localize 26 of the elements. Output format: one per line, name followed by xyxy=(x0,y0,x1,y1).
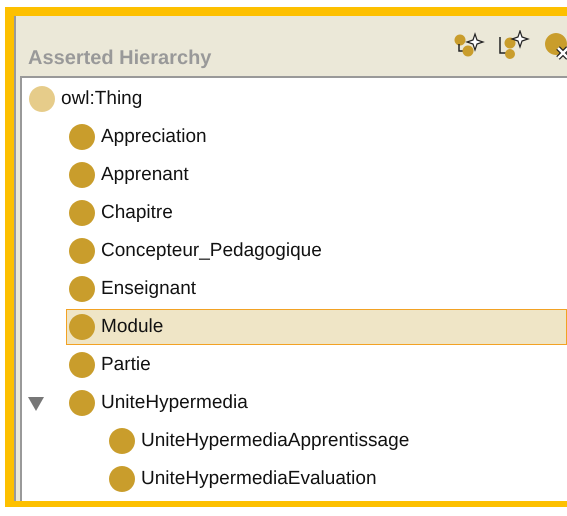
delete-class-icon[interactable] xyxy=(543,30,567,60)
tree-item[interactable]: Chapitre xyxy=(66,195,567,231)
class-icon xyxy=(69,200,95,226)
add-sibling-icon[interactable] xyxy=(497,30,531,60)
tree-item[interactable]: Enseignant xyxy=(66,271,567,307)
class-icon xyxy=(109,466,135,492)
tree-item[interactable]: UniteHypermediaEvaluation xyxy=(106,461,567,497)
class-icon xyxy=(69,238,95,264)
class-icon xyxy=(69,390,95,416)
tree-item[interactable]: UniteHypermediaApprentissage xyxy=(106,423,567,459)
class-icon xyxy=(69,162,95,188)
tree-item[interactable]: owl:Thing xyxy=(26,81,567,117)
tree-item[interactable]: Apprenant xyxy=(66,157,567,193)
expanded-triangle-icon[interactable] xyxy=(28,397,44,411)
tree-item[interactable]: Appreciation xyxy=(66,119,567,155)
tree-item[interactable]: Partie xyxy=(66,347,567,383)
class-icon xyxy=(109,428,135,454)
class-icon xyxy=(29,86,55,112)
tree-item[interactable]: Concepteur_Pedagogique xyxy=(66,233,567,269)
class-icon xyxy=(69,124,95,150)
tree-item[interactable]: UniteHypermedia xyxy=(66,385,567,421)
class-icon xyxy=(69,276,95,302)
tree-item[interactable]: Module xyxy=(66,309,567,345)
class-icon xyxy=(69,352,95,378)
panel-title: Asserted Hierarchy xyxy=(28,47,212,70)
class-icon xyxy=(69,314,95,340)
